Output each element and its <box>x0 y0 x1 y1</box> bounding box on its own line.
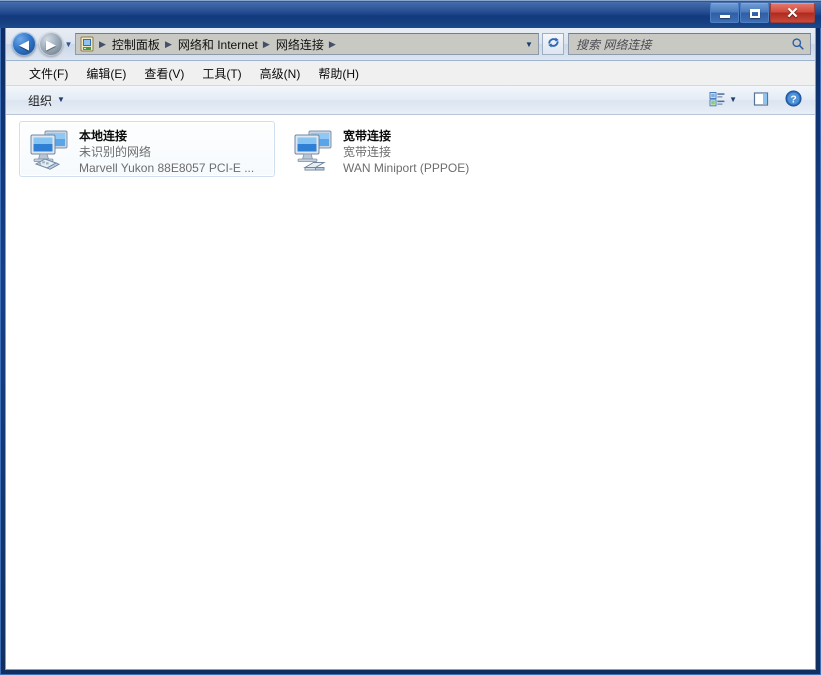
back-button[interactable]: ◀ <box>12 32 36 56</box>
window-frame: ✕ ◀ ▶ ▼ ▶ 控制面板 ▶ 网络和 Internet ▶ 网络连接 ▶ ▼… <box>0 0 821 675</box>
refresh-icon <box>546 35 561 53</box>
list-item-broadband-connection[interactable]: 宽带连接 宽带连接 WAN Miniport (PPPOE) <box>283 121 539 177</box>
window-client-area: ◀ ▶ ▼ ▶ 控制面板 ▶ 网络和 Internet ▶ 网络连接 ▶ ▼ 搜… <box>5 28 816 670</box>
title-bar[interactable]: ✕ <box>0 0 821 28</box>
lan-connection-icon <box>25 126 75 174</box>
connection-name: 宽带连接 <box>343 129 392 143</box>
chevron-down-icon: ▼ <box>525 39 533 49</box>
maximize-icon <box>741 4 768 22</box>
chevron-down-icon: ▼ <box>729 95 737 104</box>
help-icon: ? <box>785 90 802 110</box>
preview-pane-button[interactable] <box>748 88 774 113</box>
breadcrumb-separator: ▶ <box>164 38 172 49</box>
organize-button[interactable]: 组织 ▼ <box>20 88 73 113</box>
navigation-bar: ◀ ▶ ▼ ▶ 控制面板 ▶ 网络和 Internet ▶ 网络连接 ▶ ▼ 搜… <box>6 28 815 61</box>
organize-label: 组织 <box>28 93 53 108</box>
chevron-down-icon: ▼ <box>57 95 65 104</box>
svg-text:?: ? <box>790 94 796 105</box>
caption-button-group: ✕ <box>709 3 815 24</box>
connection-status: 未识别的网络 <box>79 145 152 159</box>
menu-item-advanced[interactable]: 高级(N) <box>251 62 310 85</box>
forward-arrow-icon: ▶ <box>46 36 56 52</box>
menu-bar: 文件(F) 编辑(E) 查看(V) 工具(T) 高级(N) 帮助(H) <box>6 61 815 86</box>
change-view-button[interactable]: ▼ <box>704 88 742 113</box>
close-icon: ✕ <box>786 4 799 22</box>
connection-device: WAN Miniport (PPPOE) <box>343 161 470 175</box>
broadband-connection-icon <box>289 126 339 174</box>
back-arrow-icon: ◀ <box>19 36 29 52</box>
recent-locations-button[interactable]: ▼ <box>63 40 74 49</box>
command-bar: 组织 ▼ ▼ ? <box>6 86 815 115</box>
items-view[interactable]: 本地连接 未识别的网络 Marvell Yukon 88E8057 PCI-E … <box>6 115 815 669</box>
maximize-button[interactable] <box>740 3 769 23</box>
address-dropdown-button[interactable]: ▼ <box>520 34 538 54</box>
broadband-connection-text: 宽带连接 宽带连接 WAN Miniport (PPPOE) <box>343 126 534 176</box>
connection-status: 宽带连接 <box>343 145 392 159</box>
menu-item-file[interactable]: 文件(F) <box>20 62 77 85</box>
search-icon <box>786 37 810 51</box>
connections-list: 本地连接 未识别的网络 Marvell Yukon 88E8057 PCI-E … <box>6 121 815 177</box>
help-button[interactable]: ? <box>780 87 807 113</box>
menu-item-tools[interactable]: 工具(T) <box>193 62 250 85</box>
minimize-button[interactable] <box>710 3 739 23</box>
list-item-lan-connection[interactable]: 本地连接 未识别的网络 Marvell Yukon 88E8057 PCI-E … <box>19 121 275 177</box>
breadcrumb-separator: ▶ <box>262 38 270 49</box>
breadcrumb-item-control-panel[interactable]: 控制面板 <box>110 36 162 53</box>
menu-item-view[interactable]: 查看(V) <box>135 62 193 85</box>
breadcrumb-separator: ▶ <box>99 38 106 49</box>
connection-device: Marvell Yukon 88E8057 PCI-E ... <box>79 161 255 175</box>
chevron-down-icon: ▼ <box>64 39 73 49</box>
menu-item-help[interactable]: 帮助(H) <box>309 62 368 85</box>
breadcrumb-item-network-internet[interactable]: 网络和 Internet <box>176 36 260 53</box>
view-list-icon <box>709 91 725 110</box>
refresh-button[interactable] <box>542 33 564 55</box>
breadcrumb-separator[interactable]: ▶ <box>326 39 340 50</box>
preview-pane-icon <box>753 91 769 110</box>
control-panel-icon <box>79 36 95 52</box>
title-bar-gloss <box>0 2 821 15</box>
close-button[interactable]: ✕ <box>770 3 815 23</box>
menu-item-edit[interactable]: 编辑(E) <box>77 62 135 85</box>
connection-name: 本地连接 <box>79 129 128 143</box>
breadcrumb: ▶ 控制面板 ▶ 网络和 Internet ▶ 网络连接 ▶ <box>76 34 520 54</box>
minimize-icon <box>711 4 738 22</box>
search-box[interactable]: 搜索 网络连接 <box>568 33 811 55</box>
search-input[interactable]: 搜索 网络连接 <box>569 36 786 53</box>
address-bar[interactable]: ▶ 控制面板 ▶ 网络和 Internet ▶ 网络连接 ▶ ▼ <box>75 33 539 55</box>
lan-connection-text: 本地连接 未识别的网络 Marvell Yukon 88E8057 PCI-E … <box>79 126 270 176</box>
breadcrumb-item-network-connections[interactable]: 网络连接 <box>274 36 326 53</box>
forward-button[interactable]: ▶ <box>39 32 63 56</box>
